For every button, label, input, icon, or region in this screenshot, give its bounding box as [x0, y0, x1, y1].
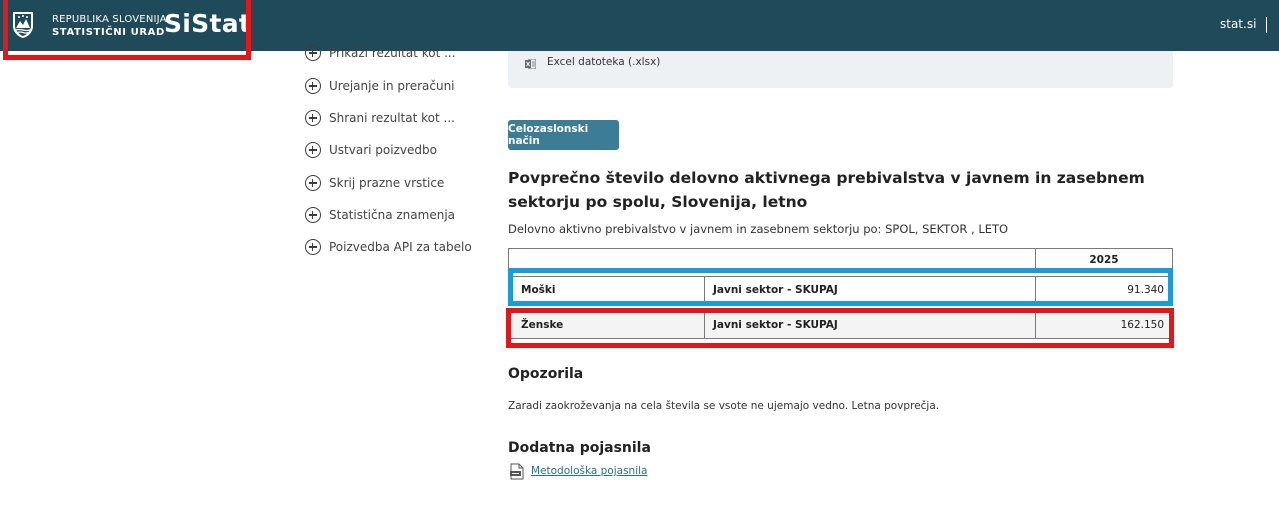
menu-item-label: Ustvari poizvedbo: [329, 143, 437, 157]
plus-circle-icon: [305, 45, 321, 61]
menu-item-label: Prikaži rezultat kot ...: [329, 46, 456, 60]
menu-item-create-query[interactable]: Ustvari poizvedbo: [305, 140, 437, 160]
menu-item-statistical-symbols[interactable]: Statistična znamenja: [305, 205, 455, 225]
plus-circle-icon: [305, 78, 321, 94]
menu-item-label: Poizvedba API za tabelo: [329, 240, 472, 254]
excel-export-link[interactable]: Excel datoteka (.xlsx): [547, 56, 660, 68]
menu-item-label: Shrani rezultat kot ...: [329, 111, 455, 125]
plus-circle-icon: [305, 175, 321, 191]
menu-item-label: Urejanje in preračuni: [329, 79, 455, 93]
menu-item-save-result-as[interactable]: Shrani rezultat kot ...: [305, 108, 455, 128]
logo-highlight-box: [3, 0, 251, 60]
export-panel: Excel datoteka (.xlsx): [508, 51, 1173, 88]
menu-item-label: Statistična znamenja: [329, 208, 455, 222]
row-highlight-red: [506, 308, 1174, 348]
table-title: Povprečno število delovno aktivnega preb…: [508, 169, 1145, 211]
plus-circle-icon: [305, 110, 321, 126]
menu-item-edit-calculate[interactable]: Urejanje in preračuni: [305, 76, 455, 96]
row-highlight-blue: [508, 268, 1173, 306]
fullscreen-button[interactable]: Celozaslonski način: [508, 120, 619, 150]
menu-item-label: Skrij prazne vrstice: [329, 176, 445, 190]
plus-circle-icon: [305, 207, 321, 223]
plus-circle-icon: [305, 239, 321, 255]
notes-text: Zaradi zaokroževanja na cela števila se …: [508, 400, 940, 412]
methodology-link[interactable]: Metodološka pojasnila: [531, 465, 647, 477]
notes-heading: Opozorila: [508, 366, 584, 382]
excel-file-icon: [525, 59, 536, 69]
plus-circle-icon: [305, 142, 321, 158]
table-subtitle: Delovno aktivno prebivalstvo v javnem in…: [508, 222, 1009, 236]
header-divider: [1266, 17, 1267, 33]
document-icon: [510, 463, 524, 480]
stat-si-link[interactable]: stat.si: [1220, 17, 1256, 31]
menu-item-hide-empty-rows[interactable]: Skrij prazne vrstice: [305, 173, 444, 193]
additional-info-heading: Dodatna pojasnila: [508, 440, 651, 456]
menu-item-api-query[interactable]: Poizvedba API za tabelo: [305, 237, 472, 257]
menu-item-show-result-as[interactable]: Prikaži rezultat kot ...: [305, 43, 456, 63]
